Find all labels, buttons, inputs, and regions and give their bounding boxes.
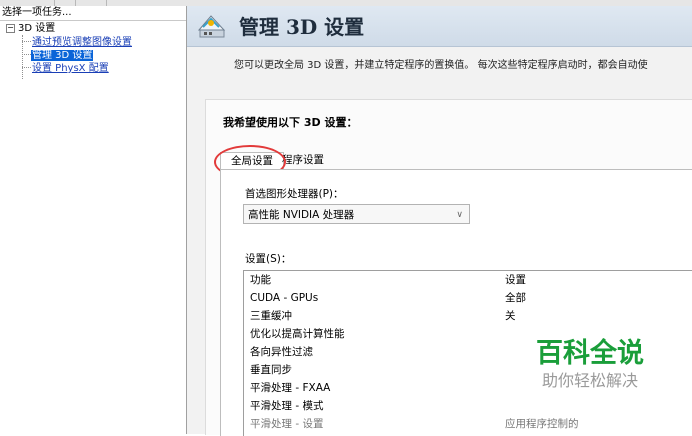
gpu-label: 首选图形处理器(P)： [245,188,344,200]
table-row[interactable]: CUDA - GPUs 全部 [244,289,692,307]
chevron-down-icon: ∨ [456,210,463,220]
watermark: 百科全说 助你轻松解决 [510,338,670,392]
feature-cell: 各向异性过滤 [250,346,313,358]
watermark-title: 百科全说 [536,338,644,369]
tree-item-label[interactable]: 通过预览调整图像设置 [31,37,133,48]
feature-cell: CUDA - GPUs [250,292,319,304]
table-header-row: 功能 设置 [244,271,692,289]
feature-cell: 平滑处理 - 设置 [250,418,324,430]
collapse-icon[interactable]: − [6,24,15,33]
gpu-dropdown-value: 高性能 NVIDIA 处理器 [248,209,355,221]
feature-cell: 优化以提高计算性能 [250,328,345,340]
task-pane: 选择一项任务... −3D 设置 通过预览调整图像设置 管理 3D 设置 设置 … [0,6,187,434]
page-title: 管理 3D 设置 [239,15,365,39]
table-row[interactable]: 平滑处理 - 模式 [244,397,692,415]
page-banner: 管理 3D 设置 [187,6,692,47]
feature-cell: 平滑处理 - FXAA [250,382,331,394]
setting-cell[interactable]: 关 [505,307,516,325]
column-header-feature: 功能 [250,274,271,286]
feature-cell: 三重缓冲 [250,310,292,322]
feature-cell: 垂直同步 [250,364,292,376]
feature-cell: 平滑处理 - 模式 [250,400,324,412]
table-row[interactable]: 平滑处理 - 设置 应用程序控制的 [244,415,692,433]
tree-root-label: 3D 设置 [18,23,56,34]
tree-root-3d-settings[interactable]: −3D 设置 [6,23,55,35]
tab-program-settings[interactable]: 程序设置 [280,152,334,169]
settings-label: 设置(S)： [245,253,292,265]
task-pane-header: 选择一项任务... [0,6,186,21]
panel-heading: 我希望使用以下 3D 设置： [223,116,358,129]
tree-item-physx-config[interactable]: 设置 PhysX 配置 [22,63,110,75]
watermark-subtitle: 助你轻松解决 [541,371,638,390]
tree-item-label[interactable]: 设置 PhysX 配置 [31,63,110,74]
setting-cell[interactable]: 应用程序控制的 [505,415,579,433]
tree-item-label[interactable]: 管理 3D 设置 [31,50,94,61]
setting-cell[interactable]: 全部 [505,289,526,307]
nvidia-3d-settings-icon [197,15,226,38]
tree-item-adjust-image-preview[interactable]: 通过预览调整图像设置 [22,37,133,49]
column-header-setting: 设置 [505,274,526,286]
table-row[interactable]: 三重缓冲 关 [244,307,692,325]
page-description: 您可以更改全局 3D 设置，并建立特定程序的置换值。 每次这些特定程序启动时，都… [234,60,648,71]
gpu-dropdown[interactable]: 高性能 NVIDIA 处理器 ∨ [243,204,470,224]
tree-item-manage-3d-settings[interactable]: 管理 3D 设置 [22,50,94,62]
